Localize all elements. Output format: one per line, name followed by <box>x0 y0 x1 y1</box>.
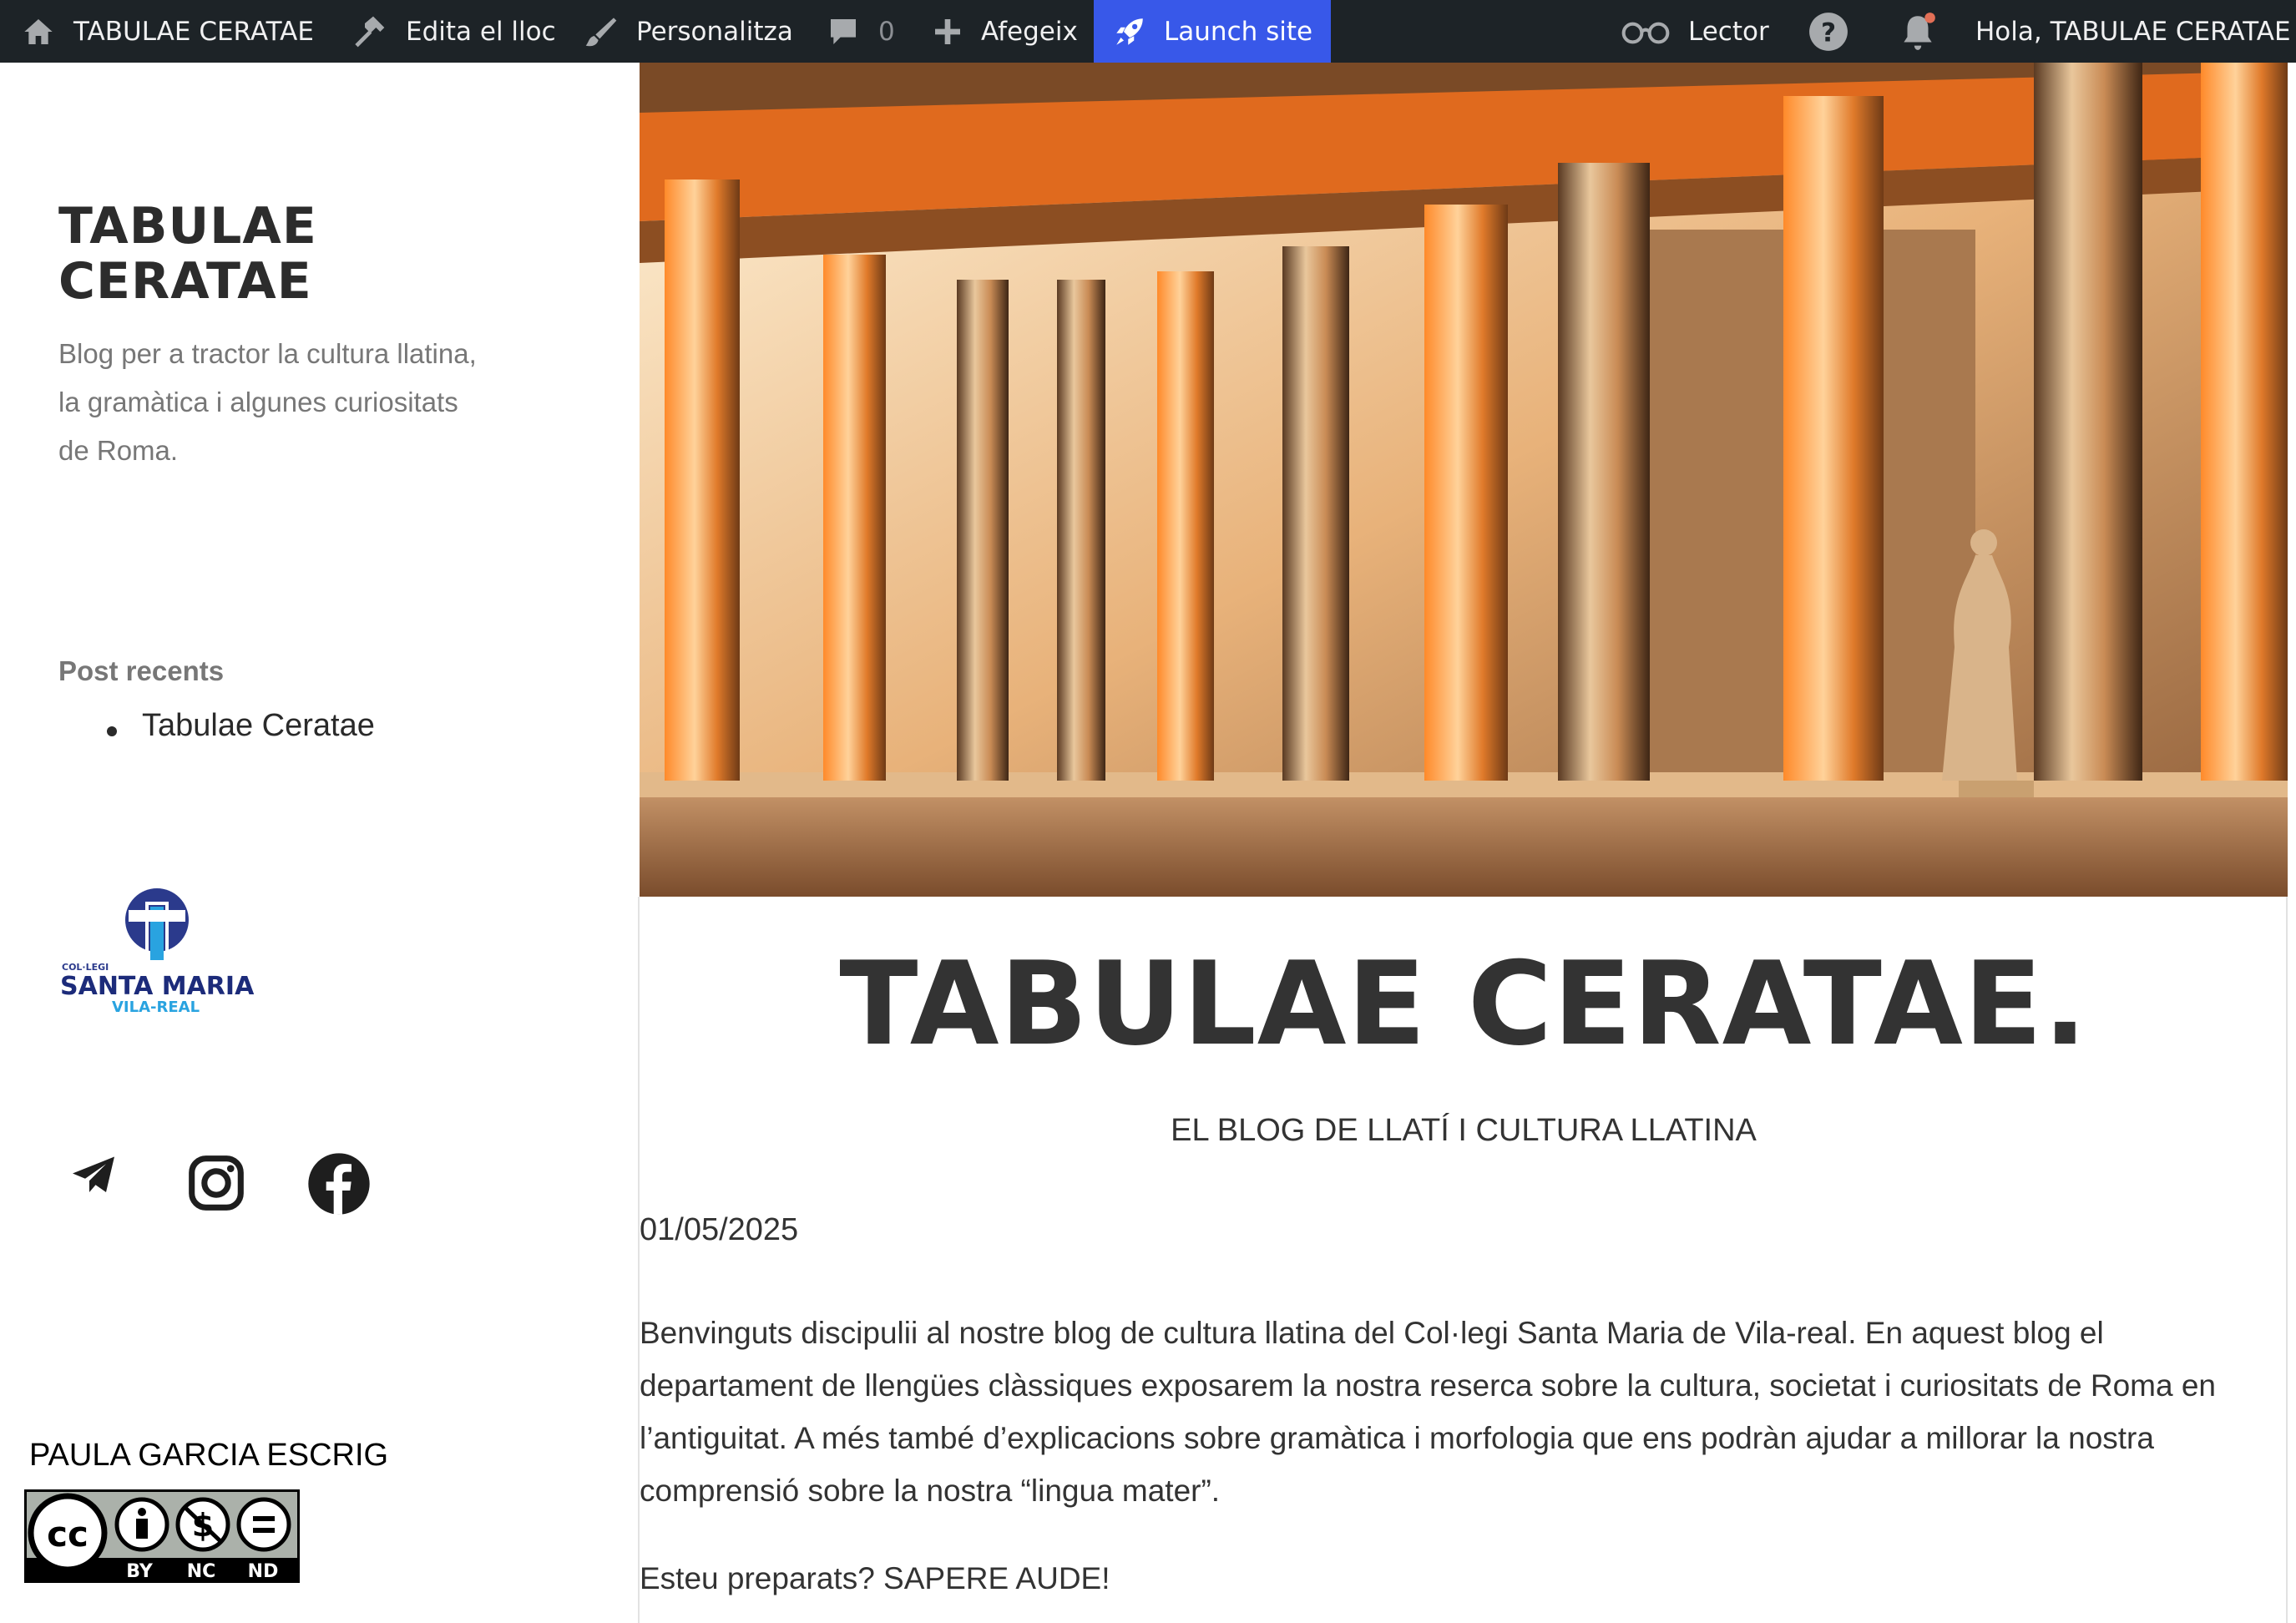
post-closing: Esteu preparats? SAPERE AUDE! <box>640 1561 1110 1595</box>
my-account-menu[interactable]: Hola, TABULAE CERATAE <box>1975 0 2291 63</box>
svg-text:?: ? <box>1821 18 1836 48</box>
hammer-icon <box>355 16 385 47</box>
recent-posts-heading: Post recents <box>58 655 225 686</box>
greeting-label: Hola, TABULAE CERATAE <box>1975 16 2291 47</box>
facebook-link[interactable] <box>306 1150 372 1221</box>
edit-site-label: Edita el lloc <box>406 16 556 47</box>
instagram-link[interactable] <box>185 1152 247 1218</box>
site-title[interactable]: TABULAE CERATAE <box>58 199 476 309</box>
post-title: TABULAE CERATAE. <box>839 937 2088 1071</box>
notifications-button[interactable] <box>1897 0 1939 63</box>
home-icon <box>24 18 53 44</box>
admin-bar: TABULAE CERATAE Edita el lloc Personalit… <box>0 0 2296 63</box>
cc-label-by: BY <box>126 1561 154 1582</box>
rocket-icon <box>1116 18 1143 45</box>
admin-bar-site-name: TABULAE CERATAE <box>73 16 314 47</box>
post-date[interactable]: 01/05/2025 <box>640 1212 798 1248</box>
comments-count: 0 <box>878 16 895 47</box>
comments-link[interactable]: 0 <box>827 0 895 63</box>
help-icon: ? <box>1809 12 1848 51</box>
help-button[interactable]: ? <box>1808 0 1849 63</box>
recent-post-link[interactable]: Tabulae Ceratae <box>58 708 375 744</box>
glasses-icon <box>1621 22 1670 43</box>
reader-label: Lector <box>1688 16 1769 47</box>
instagram-icon <box>189 1155 244 1211</box>
comment-bubble-icon <box>831 18 856 44</box>
reader-link[interactable]: Lector <box>1620 0 1769 63</box>
author-name: PAULA GARCIA ESCRIG <box>29 1438 389 1473</box>
logo-name: SANTA MARIA <box>60 972 255 1001</box>
brush-icon <box>585 17 617 46</box>
edit-site-link[interactable]: Edita el lloc <box>351 0 556 63</box>
svg-text:cc: cc <box>47 1514 89 1555</box>
admin-bar-site-menu[interactable]: TABULAE CERATAE <box>22 0 314 63</box>
launch-site-label: Launch site <box>1164 16 1313 47</box>
logo-place: VILA-REAL <box>112 999 200 1016</box>
post-body: Benvinguts discipulii al nostre blog de … <box>640 1316 2216 1508</box>
telegram-icon <box>73 1156 114 1192</box>
facebook-icon <box>308 1153 370 1215</box>
customize-label: Personalitza <box>636 16 793 47</box>
plus-icon <box>935 18 960 44</box>
launch-site-button[interactable]: Launch site <box>1094 0 1332 63</box>
cc-label-nd: ND <box>248 1561 279 1582</box>
customize-link[interactable]: Personalitza <box>584 0 793 63</box>
telegram-link[interactable] <box>68 1150 119 1205</box>
add-new-menu[interactable]: Afegeix <box>931 0 1078 63</box>
cc-label-nc: NC <box>187 1561 216 1582</box>
recent-posts-list: Tabulae Ceratae <box>58 708 375 744</box>
hero-image <box>640 63 2288 897</box>
add-new-label: Afegeix <box>981 16 1078 47</box>
site-tagline: Blog per a tractor la cultura llatina, l… <box>58 338 477 466</box>
bell-icon <box>1904 12 1935 50</box>
post-subtitle: EL BLOG DE LLATÍ I CULTURA LLATINA <box>1171 1113 1757 1148</box>
school-logo: COL·LEGI SANTA MARIA VILA-REAL <box>60 888 255 1016</box>
cc-license-badge: cc $ BY NC ND <box>24 1489 300 1583</box>
